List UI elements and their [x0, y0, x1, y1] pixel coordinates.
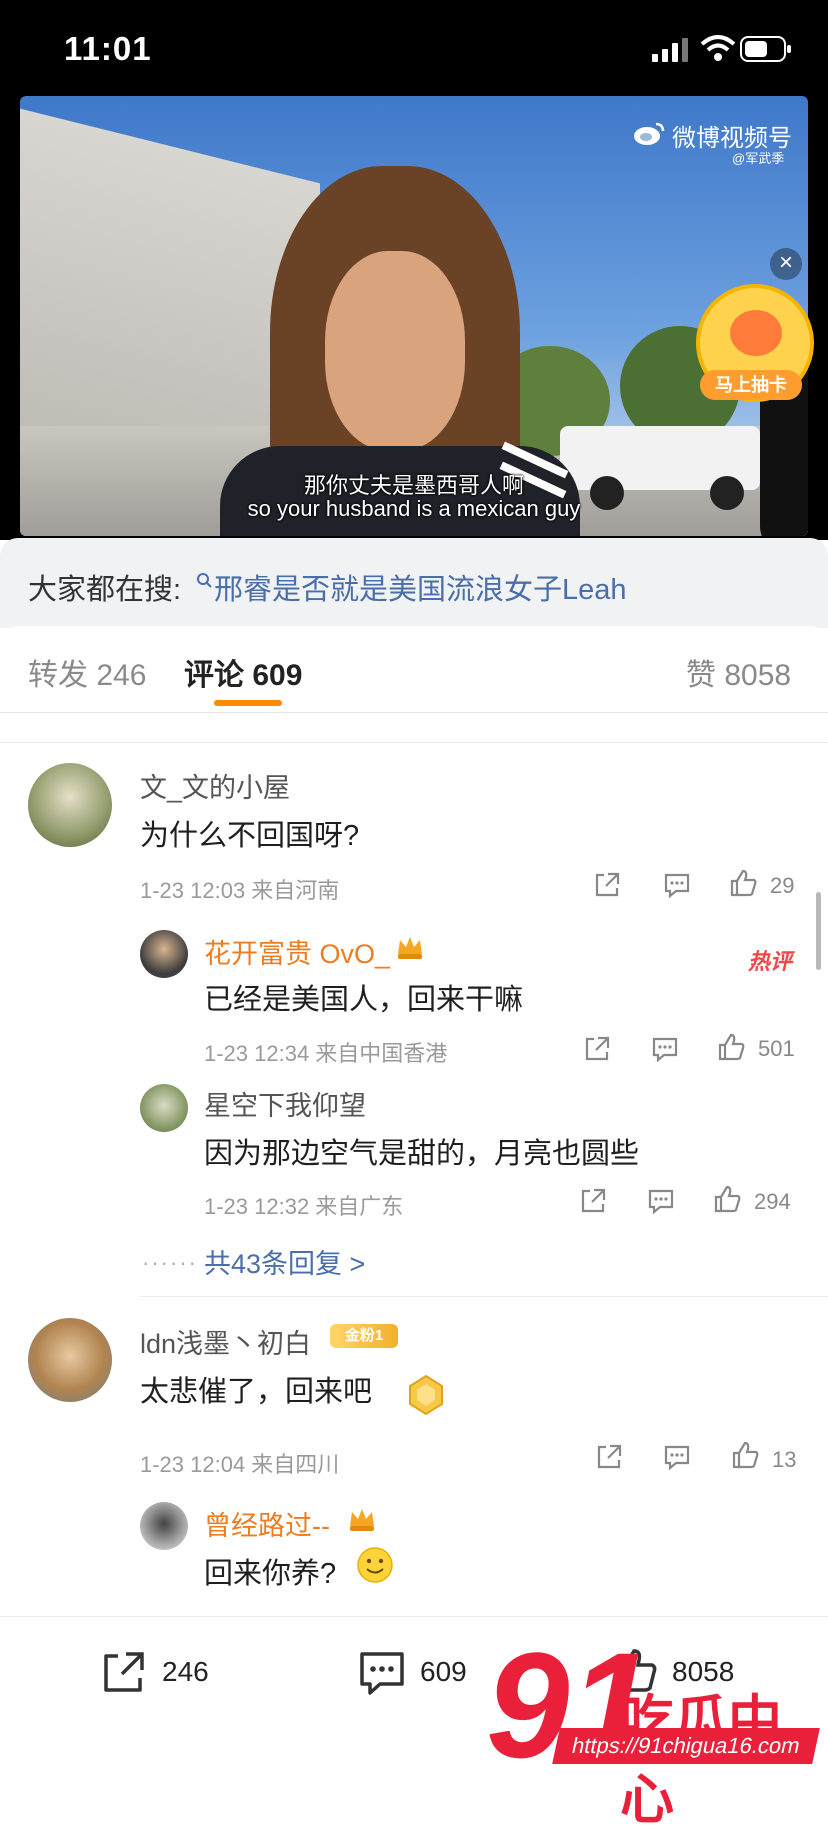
lucky-draw-label[interactable]: 马上抽卡	[700, 370, 802, 400]
mascot-icon	[730, 310, 782, 356]
reply-meta: 1-23 12:32 来自广东	[204, 1194, 404, 1219]
close-icon[interactable]: ×	[770, 248, 802, 280]
tab-divider	[0, 712, 828, 713]
comment-separator	[0, 742, 828, 743]
reply-text: 因为那边空气是甜的，月亮也圆些	[204, 1138, 640, 1170]
battery-icon	[740, 36, 791, 62]
cellular-signal-icon	[652, 38, 688, 62]
comment-meta: 1-23 12:04 来自四川	[140, 1452, 340, 1477]
video-subtitle-en: so your husband is a mexican guy	[247, 496, 581, 521]
like-count: 13	[772, 1447, 797, 1472]
avatar[interactable]	[140, 1502, 188, 1550]
like-count: 294	[754, 1189, 791, 1214]
comment-icon[interactable]	[650, 1034, 680, 1064]
bottom-comment-count[interactable]: 609	[420, 1656, 467, 1688]
search-icon	[197, 573, 212, 588]
share-icon[interactable]	[578, 1186, 608, 1216]
reply-username[interactable]: 花开富贵 OvO_	[204, 932, 390, 971]
comment-icon[interactable]	[356, 1648, 408, 1698]
avatar[interactable]	[140, 1084, 188, 1132]
video-player[interactable]: 微博视频号 @军武季 那你丈夫是墨西哥人啊 so your husband is…	[20, 96, 808, 536]
share-icon[interactable]	[582, 1034, 612, 1064]
tab-like[interactable]: 赞 8058	[686, 650, 791, 694]
avatar[interactable]	[140, 930, 188, 978]
tab-comment[interactable]: 评论 609	[184, 650, 302, 694]
comment-text: 为什么不回国呀?	[140, 820, 360, 852]
vip-crown-icon	[398, 937, 422, 959]
hot-comment-tag: 热评	[748, 949, 793, 974]
view-more-replies-link[interactable]: 共43条回复 >	[204, 1242, 365, 1281]
trending-search-query[interactable]: 邢睿是否就是美国流浪女子Leah	[214, 566, 627, 608]
share-icon[interactable]	[592, 870, 622, 900]
like-count: 501	[758, 1036, 795, 1061]
bottom-repost-count[interactable]: 246	[162, 1656, 209, 1688]
like-icon[interactable]	[730, 1440, 760, 1470]
comment-text: 太悲催了，回来吧	[140, 1376, 373, 1408]
like-icon[interactable]	[728, 868, 758, 898]
like-icon[interactable]	[712, 1184, 742, 1214]
scrollbar[interactable]	[816, 892, 821, 970]
reply-username[interactable]: 曾经路过--	[204, 1504, 330, 1543]
avatar[interactable]	[28, 1318, 112, 1402]
fan-level-badge: 金粉1	[330, 1324, 398, 1348]
wifi-icon	[700, 35, 736, 61]
comment-icon[interactable]	[662, 1442, 692, 1472]
avatar[interactable]	[28, 763, 112, 847]
comment-icon[interactable]	[646, 1186, 676, 1216]
like-count: 29	[770, 873, 795, 898]
tab-repost[interactable]: 转发 246	[28, 650, 146, 694]
thread-dots: ······	[142, 1250, 198, 1275]
repost-icon[interactable]	[98, 1648, 148, 1698]
reply-text: 已经是美国人，回来干嘛	[204, 984, 524, 1016]
tab-active-indicator	[214, 700, 282, 706]
gold-medal-icon	[409, 1374, 443, 1416]
comment-icon[interactable]	[662, 870, 692, 900]
comment-separator	[140, 1296, 828, 1297]
comment-meta: 1-23 12:03 来自河南	[140, 878, 340, 903]
vip-crown-icon	[350, 1509, 374, 1531]
video-person-face	[325, 251, 465, 451]
comment-username[interactable]: 文_文的小屋	[140, 766, 290, 805]
like-icon[interactable]	[716, 1032, 746, 1062]
weibo-logo-icon	[634, 122, 665, 145]
video-brand-handle: @军武季	[732, 151, 785, 166]
watermark-url: https://91chigua16.com	[552, 1728, 820, 1764]
status-time: 11:01	[64, 30, 152, 67]
trending-search-prefix: 大家都在搜:	[28, 574, 182, 606]
reply-text: 回来你养?	[204, 1558, 337, 1590]
smile-emoji-icon	[357, 1547, 393, 1583]
comment-username[interactable]: ldn浅墨丶初白	[140, 1322, 311, 1361]
reply-username[interactable]: 星空下我仰望	[204, 1084, 366, 1123]
share-icon[interactable]	[594, 1442, 624, 1472]
reply-meta: 1-23 12:34 来自中国香港	[204, 1041, 448, 1066]
